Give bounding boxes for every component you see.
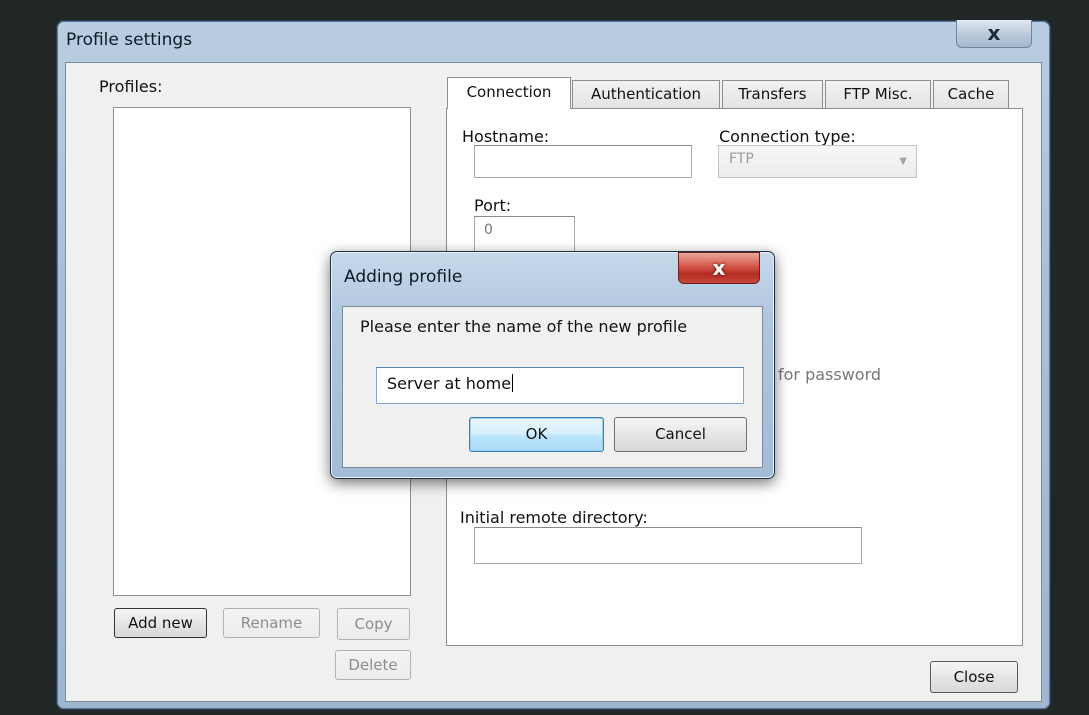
connection-type-select[interactable]: FTP ▼ xyxy=(718,145,917,178)
ask-for-password-label: for password xyxy=(778,365,882,384)
add-new-button[interactable]: Add new xyxy=(114,608,207,638)
dialog-close-button[interactable]: x xyxy=(678,252,760,284)
hostname-input[interactable] xyxy=(474,145,692,178)
profile-name-input[interactable]: Server at home xyxy=(376,367,744,404)
connection-type-label: Connection type: xyxy=(719,127,856,146)
text-caret xyxy=(512,374,514,392)
window-title: Profile settings xyxy=(66,30,193,50)
dialog-title: Adding profile xyxy=(344,267,463,287)
cancel-button[interactable]: Cancel xyxy=(614,417,747,452)
chevron-down-icon: ▼ xyxy=(899,156,907,167)
initial-remote-directory-input[interactable] xyxy=(474,527,862,564)
copy-button[interactable]: Copy xyxy=(337,608,410,640)
profile-name-value: Server at home xyxy=(387,374,512,393)
tab-connection[interactable]: Connection xyxy=(447,77,571,109)
dialog-prompt: Please enter the name of the new profile xyxy=(360,317,688,336)
tab-cache[interactable]: Cache xyxy=(933,80,1009,108)
port-label: Port: xyxy=(474,196,512,215)
tab-transfers[interactable]: Transfers xyxy=(722,80,823,108)
tab-ftp-misc[interactable]: FTP Misc. xyxy=(825,80,931,108)
ok-button[interactable]: OK xyxy=(469,417,604,452)
delete-button[interactable]: Delete xyxy=(335,650,411,680)
hostname-label: Hostname: xyxy=(462,127,550,146)
rename-button[interactable]: Rename xyxy=(223,608,320,638)
profiles-label: Profiles: xyxy=(99,77,163,96)
port-input[interactable]: 0 xyxy=(474,216,575,252)
close-button[interactable]: Close xyxy=(930,661,1018,693)
initial-remote-directory-label: Initial remote directory: xyxy=(460,508,648,527)
connection-type-value: FTP xyxy=(729,151,754,167)
window-close-button[interactable]: x xyxy=(956,20,1032,48)
tab-authentication[interactable]: Authentication xyxy=(572,80,720,108)
